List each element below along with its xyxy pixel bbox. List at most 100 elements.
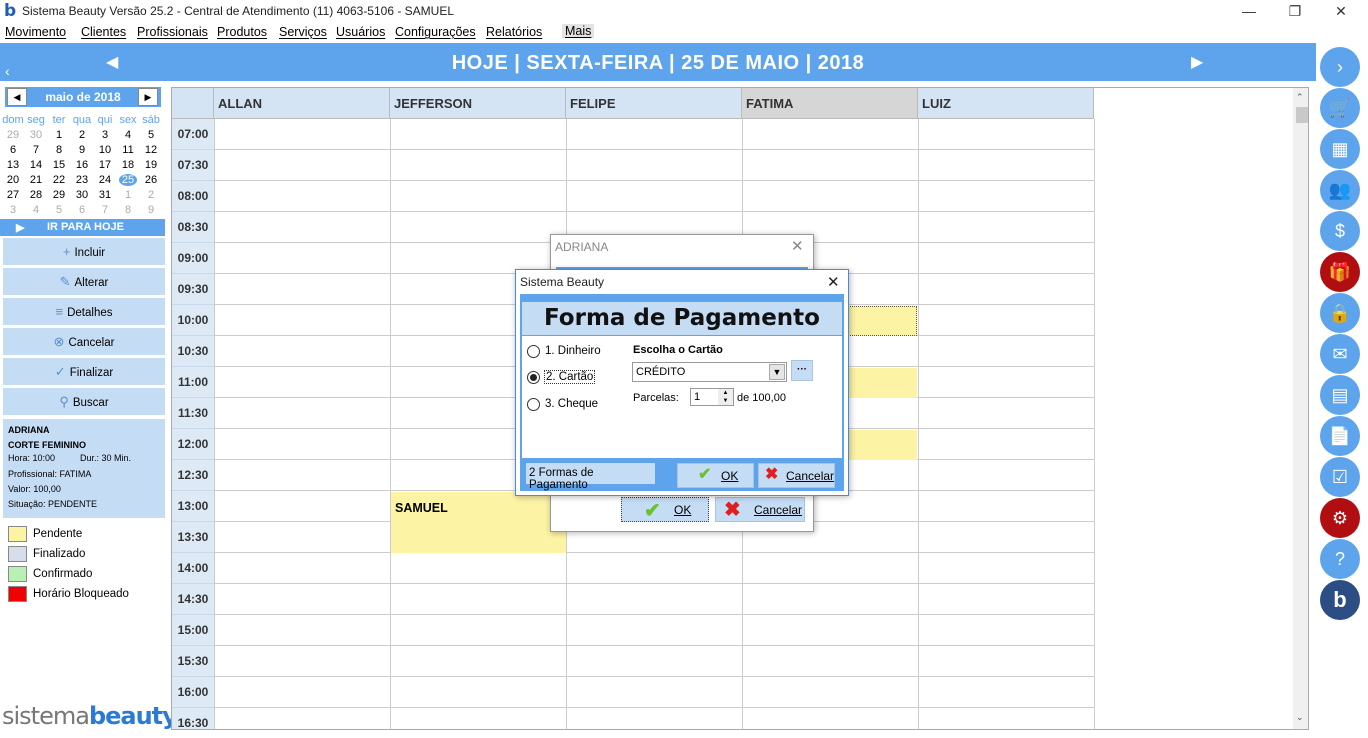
- prev-day-arrow-icon[interactable]: ◀: [106, 52, 118, 72]
- calendar-day[interactable]: 31: [94, 189, 116, 201]
- menu-usuarios[interactable]: Usuários: [336, 25, 385, 39]
- checklist-icon[interactable]: ☑: [1320, 457, 1360, 497]
- radio-cheque[interactable]: [527, 398, 540, 411]
- calendar-day[interactable]: 8: [117, 204, 139, 216]
- cart-icon[interactable]: 🛒: [1320, 88, 1360, 128]
- calendar-prev-button[interactable]: ◀: [7, 88, 27, 106]
- next-day-arrow-icon[interactable]: ▶: [1191, 52, 1203, 72]
- calendar-day[interactable]: 28: [25, 189, 47, 201]
- calendar-day[interactable]: 23: [71, 174, 93, 186]
- calendar-day[interactable]: 10: [94, 144, 116, 156]
- calendar-day[interactable]: 24: [94, 174, 116, 186]
- calendar-day[interactable]: 27: [2, 189, 24, 201]
- calendar-day[interactable]: 1: [117, 189, 139, 201]
- alterar-button[interactable]: ✎ Alterar: [3, 268, 165, 295]
- detalhes-button[interactable]: ≡ Detalhes: [3, 298, 165, 325]
- menu-configuracoes[interactable]: Configurações: [395, 25, 476, 39]
- calendar-day[interactable]: 22: [48, 174, 70, 186]
- menu-relatorios[interactable]: Relatórios: [486, 25, 542, 39]
- calendar-day[interactable]: 5: [48, 204, 70, 216]
- stepper-down-icon[interactable]: ▼: [718, 397, 733, 405]
- parcelas-stepper[interactable]: 1 ▲ ▼: [690, 388, 734, 406]
- calendar-day[interactable]: 2: [140, 189, 162, 201]
- formas-pagamento-button[interactable]: 2 Formas de Pagamento: [526, 463, 655, 491]
- money-icon[interactable]: $: [1320, 211, 1360, 251]
- cash-register-icon[interactable]: ▦: [1320, 129, 1360, 169]
- calendar-day[interactable]: 3: [94, 129, 116, 141]
- calendar-day[interactable]: 29: [48, 189, 70, 201]
- calendar-day[interactable]: 8: [48, 144, 70, 156]
- calendar-day[interactable]: 11: [117, 144, 139, 156]
- calendar-day[interactable]: 9: [140, 204, 162, 216]
- restore-button[interactable]: ❐: [1272, 0, 1318, 23]
- payment-cancel-button[interactable]: ✖ Cancelar: [758, 463, 835, 488]
- card-select[interactable]: CRÉDITO ▼: [632, 362, 787, 382]
- calendar-day[interactable]: 20: [2, 174, 24, 186]
- appointment-block-fatima-1200[interactable]: [847, 430, 917, 460]
- calendar-day[interactable]: 5: [140, 129, 162, 141]
- calendar-day[interactable]: 4: [25, 204, 47, 216]
- vertical-scrollbar[interactable]: ⌃ ⌄: [1293, 88, 1308, 729]
- calendar-day[interactable]: 30: [25, 129, 47, 141]
- finalizar-button[interactable]: ✓ Finalizar: [3, 358, 165, 385]
- adriana-close-icon[interactable]: ✕: [791, 237, 804, 255]
- collapse-panel-icon[interactable]: ‹: [5, 63, 10, 79]
- close-button[interactable]: ✕: [1318, 0, 1364, 23]
- calendar-day[interactable]: 16: [71, 159, 93, 171]
- adriana-cancel-button[interactable]: ✖ Cancelar: [715, 497, 805, 522]
- calculator-icon[interactable]: ▤: [1320, 375, 1360, 415]
- payment-close-icon[interactable]: ✕: [827, 273, 840, 291]
- calendar-day[interactable]: 7: [25, 144, 47, 156]
- buscar-button[interactable]: ⚲ Buscar: [3, 388, 165, 415]
- stepper-up-icon[interactable]: ▲: [718, 389, 733, 397]
- lock-icon[interactable]: 🔒: [1320, 293, 1360, 333]
- menu-movimento[interactable]: Movimento: [5, 25, 66, 39]
- menu-produtos[interactable]: Produtos: [217, 25, 267, 39]
- forward-icon[interactable]: ›: [1320, 47, 1360, 87]
- calendar-day[interactable]: 15: [48, 159, 70, 171]
- incluir-button[interactable]: + Incluir: [3, 238, 165, 265]
- menu-clientes[interactable]: Clientes: [81, 25, 126, 39]
- calendar-day[interactable]: 17: [94, 159, 116, 171]
- scroll-down-icon[interactable]: ⌄: [1296, 712, 1304, 723]
- scroll-thumb[interactable]: [1296, 107, 1308, 123]
- radio-cartao[interactable]: [527, 371, 540, 384]
- calendar-day[interactable]: 14: [25, 159, 47, 171]
- remote-support-icon[interactable]: ⚙: [1320, 498, 1360, 538]
- appointment-block-fatima-1100[interactable]: [847, 368, 917, 398]
- more-cards-button[interactable]: ···: [791, 360, 813, 381]
- brand-b-icon[interactable]: b: [1320, 580, 1360, 620]
- calendar-day[interactable]: 26: [140, 174, 162, 186]
- calendar-day[interactable]: 1: [48, 129, 70, 141]
- calendar-day[interactable]: 6: [71, 204, 93, 216]
- adriana-ok-button[interactable]: ✔ OK: [621, 497, 709, 522]
- help-icon[interactable]: ?: [1320, 539, 1360, 579]
- calendar-day[interactable]: 21: [25, 174, 47, 186]
- calendar-day[interactable]: 19: [140, 159, 162, 171]
- appointment-block-fatima-1000[interactable]: [847, 306, 917, 336]
- document-icon[interactable]: 📄: [1320, 416, 1360, 456]
- calendar-day[interactable]: 13: [2, 159, 24, 171]
- calendar-day[interactable]: 12: [140, 144, 162, 156]
- menu-servicos[interactable]: Serviços: [279, 25, 327, 39]
- calendar-next-button[interactable]: ▶: [138, 88, 158, 106]
- calendar-day[interactable]: 30: [71, 189, 93, 201]
- calendar-day[interactable]: 7: [94, 204, 116, 216]
- payment-ok-button[interactable]: ✔ OK: [677, 463, 754, 488]
- minimize-button[interactable]: —: [1226, 0, 1272, 23]
- calendar-day[interactable]: 6: [2, 144, 24, 156]
- calendar-today[interactable]: 25: [119, 174, 137, 186]
- menu-mais[interactable]: Mais: [562, 24, 595, 38]
- calendar-day[interactable]: 18: [117, 159, 139, 171]
- scroll-up-icon[interactable]: ⌃: [1296, 92, 1304, 103]
- chevron-down-icon[interactable]: ▼: [769, 364, 785, 380]
- menu-profissionais[interactable]: Profissionais: [137, 25, 208, 39]
- calendar-day[interactable]: 9: [71, 144, 93, 156]
- go-to-today-button[interactable]: ▶ IR PARA HOJE: [0, 219, 165, 236]
- radio-dinheiro[interactable]: [527, 345, 540, 358]
- calendar-day[interactable]: 3: [2, 204, 24, 216]
- gift-icon[interactable]: 🎁: [1320, 252, 1360, 292]
- appointment-block[interactable]: SAMUEL: [391, 492, 566, 553]
- mail-icon[interactable]: ✉: [1320, 334, 1360, 374]
- calendar-day[interactable]: 4: [117, 129, 139, 141]
